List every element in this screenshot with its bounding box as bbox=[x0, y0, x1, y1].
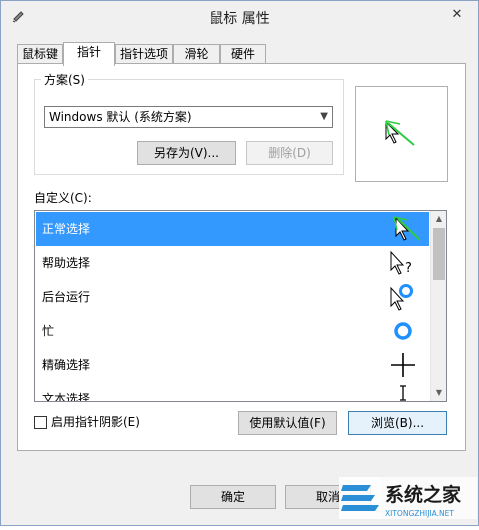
scroll-thumb[interactable] bbox=[433, 228, 445, 280]
list-item-precision-select[interactable]: 精确选择 bbox=[36, 348, 429, 382]
mouse-properties-window: 鼠标 属性 ✕ 鼠标键 指针 指针选项 滑轮 硬件 方案(S) Windows … bbox=[0, 0, 479, 526]
scheme-select[interactable]: Windows 默认 (系统方案) ▼ bbox=[44, 106, 333, 128]
scheme-label: 方案(S) bbox=[41, 71, 88, 88]
help-cursor-icon: ? bbox=[390, 250, 412, 276]
cursor-preview bbox=[355, 86, 448, 182]
arrow-cursor-preview-icon bbox=[385, 120, 415, 146]
pointers-panel: 方案(S) Windows 默认 (系统方案) ▼ 另存为(V)... 删除(D… bbox=[17, 63, 466, 451]
list-item-label: 后台运行 bbox=[42, 290, 91, 304]
checkbox-box[interactable] bbox=[34, 416, 47, 429]
precision-cursor-icon bbox=[391, 353, 415, 377]
chevron-down-icon: ▼ bbox=[320, 111, 328, 122]
list-item-label: 忙 bbox=[42, 324, 55, 338]
scroll-up-icon[interactable]: ▲ bbox=[431, 211, 446, 227]
watermark-subtext: XITONGZHIJIA.NET bbox=[385, 509, 454, 518]
use-default-button[interactable]: 使用默认值(F) bbox=[238, 411, 337, 435]
close-button[interactable]: ✕ bbox=[442, 5, 472, 25]
title-bar: 鼠标 属性 ✕ bbox=[1, 1, 478, 32]
list-item-label: 精确选择 bbox=[42, 358, 91, 372]
cursor-list[interactable]: 正常选择 帮助选择 ? 后台运行 忙 精确选择 文本选择 ▲ ▼ bbox=[34, 210, 447, 402]
site-watermark: 系统之家 XITONGZHIJIA.NET bbox=[331, 471, 479, 527]
tab-pointers[interactable]: 指针 bbox=[63, 42, 115, 66]
watermark-text: 系统之家 bbox=[385, 483, 462, 506]
list-item-label: 帮助选择 bbox=[42, 256, 91, 270]
working-in-background-cursor-icon bbox=[390, 284, 413, 311]
scheme-group: 方案(S) Windows 默认 (系统方案) ▼ 另存为(V)... 删除(D… bbox=[34, 71, 344, 175]
svg-text:?: ? bbox=[405, 261, 412, 276]
list-item-busy[interactable]: 忙 bbox=[36, 314, 429, 348]
scheme-select-value: Windows 默认 (系统方案) bbox=[49, 110, 192, 124]
scroll-down-icon[interactable]: ▼ bbox=[431, 385, 446, 401]
tab-hardware[interactable]: 硬件 bbox=[220, 44, 266, 64]
list-item-label: 文本选择 bbox=[42, 392, 91, 402]
checkbox-label: 启用指针阴影(E) bbox=[51, 415, 140, 429]
list-item-help-select[interactable]: 帮助选择 ? bbox=[36, 246, 429, 280]
arrow-cursor-icon bbox=[393, 216, 420, 242]
browse-button[interactable]: 浏览(B)... bbox=[348, 411, 447, 435]
text-cursor-icon bbox=[400, 385, 406, 401]
ok-button[interactable]: 确定 bbox=[190, 485, 276, 509]
watermark-logo-icon: 系统之家 XITONGZHIJIA.NET bbox=[339, 477, 477, 519]
tab-wheel[interactable]: 滑轮 bbox=[173, 44, 220, 64]
window-title: 鼠标 属性 bbox=[209, 11, 270, 27]
customize-label: 自定义(C): bbox=[34, 191, 92, 205]
tab-pointer-options[interactable]: 指针选项 bbox=[115, 44, 173, 64]
list-item-working-in-background[interactable]: 后台运行 bbox=[36, 280, 429, 314]
list-item-normal-select[interactable]: 正常选择 bbox=[36, 212, 429, 246]
save-as-button[interactable]: 另存为(V)... bbox=[137, 141, 236, 165]
busy-cursor-icon bbox=[394, 322, 412, 340]
list-item-text-select[interactable]: 文本选择 bbox=[36, 382, 429, 402]
tab-mouse-buttons[interactable]: 鼠标键 bbox=[17, 44, 63, 64]
list-scrollbar[interactable]: ▲ ▼ bbox=[430, 211, 446, 401]
delete-button[interactable]: 删除(D) bbox=[246, 141, 333, 165]
list-item-label: 正常选择 bbox=[42, 222, 91, 236]
